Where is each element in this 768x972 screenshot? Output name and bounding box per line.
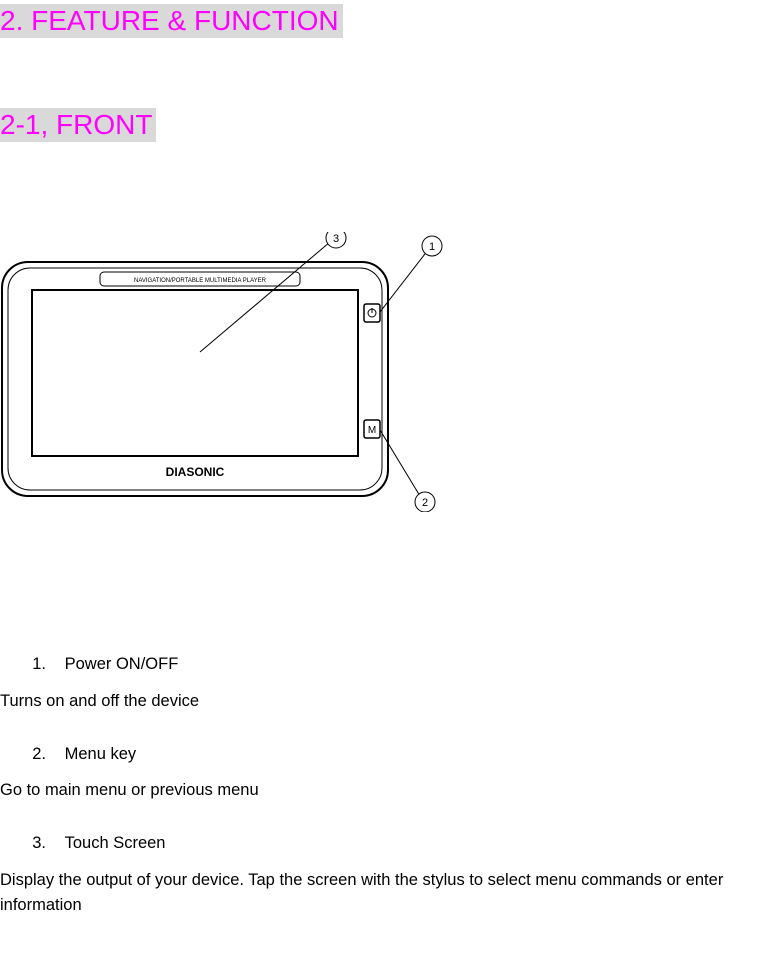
list-item: 2. Menu key Go to main menu or previous …	[0, 742, 768, 804]
subsection-title: 2-1, FRONT	[0, 108, 156, 142]
item-description: Turns on and off the device	[0, 689, 768, 714]
item-description: Go to main menu or previous menu	[0, 778, 768, 803]
callout-3: 3	[333, 233, 339, 245]
item-description: Display the output of your device. Tap t…	[0, 868, 768, 918]
item-label: Menu key	[51, 745, 137, 763]
menu-button-label: M	[368, 425, 376, 436]
callout-2: 2	[422, 497, 428, 509]
item-number: 2.	[32, 742, 46, 767]
item-number: 1.	[32, 652, 46, 677]
item-label: Power ON/OFF	[51, 655, 179, 673]
device-brand: DIASONIC	[166, 465, 225, 479]
device-header-text: NAVIGATION/PORTABLE MULTIMEDIA PLAYER	[134, 278, 267, 284]
callout-1: 1	[429, 241, 435, 253]
item-label: Touch Screen	[51, 834, 166, 852]
device-figure: NAVIGATION/PORTABLE MULTIMEDIA PLAYER DI…	[0, 232, 445, 512]
list-item: 3. Touch Screen Display the output of yo…	[0, 831, 768, 917]
section-title: 2. FEATURE & FUNCTION	[0, 4, 343, 38]
list-item: 1. Power ON/OFF Turns on and off the dev…	[0, 652, 768, 714]
item-number: 3.	[32, 831, 46, 856]
